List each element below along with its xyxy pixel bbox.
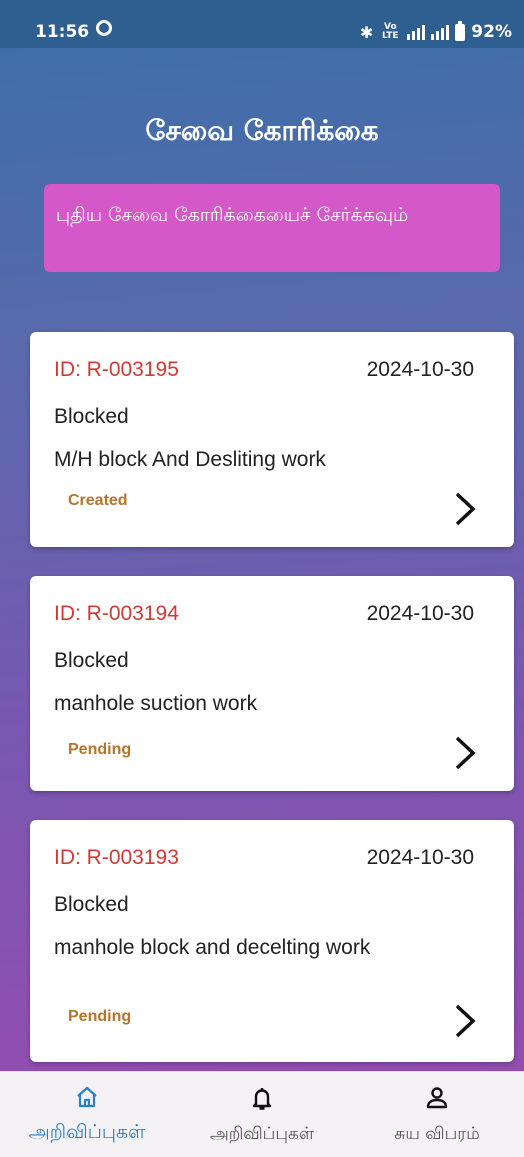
app-screen: 11:56 ✱ Vo LTE 92% சேவை கோரிக்கை புதிய சே… — [0, 0, 524, 1157]
signal-5g-icon — [407, 24, 426, 40]
request-description: manhole suction work — [54, 692, 258, 715]
bottom-nav: அறிவிப்புகள் அறிவிப்புகள் சுய விபரம் — [0, 1071, 524, 1157]
home-icon — [76, 1086, 98, 1113]
request-id: ID: R-003195 — [54, 358, 179, 381]
request-card[interactable]: ID: R-003194 2024-10-30 Blocked manhole … — [30, 576, 514, 791]
add-service-request-button[interactable]: புதிய சேவை கோரிக்கையைச் சேர்க்கவும் — [44, 184, 500, 272]
bluetooth-icon: ✱ — [359, 22, 374, 42]
request-category: Blocked — [54, 405, 129, 428]
nav-label: அறிவிப்புகள் — [28, 1121, 146, 1143]
volte-icon: Vo LTE — [382, 22, 399, 41]
request-status: Pending — [68, 1008, 132, 1025]
status-bar: 11:56 ✱ Vo LTE 92% — [0, 0, 524, 48]
request-category: Blocked — [54, 893, 129, 916]
request-description: M/H block And Desliting work — [54, 448, 326, 471]
request-id: ID: R-003193 — [54, 846, 179, 869]
request-card[interactable]: ID: R-003193 2024-10-30 Blocked manhole … — [30, 820, 514, 1062]
profile-icon — [425, 1086, 449, 1115]
request-card[interactable]: ID: R-003195 2024-10-30 Blocked M/H bloc… — [30, 332, 514, 547]
nav-label: அறிவிப்புகள் — [209, 1124, 315, 1144]
nav-item-notifications[interactable]: அறிவிப்புகள் — [175, 1072, 349, 1157]
request-description: manhole block and decelting work — [54, 936, 371, 959]
page-title: சேவை கோரிக்கை — [145, 114, 379, 147]
battery-percent: 92% — [471, 22, 512, 42]
status-indicators: ✱ Vo LTE 92% — [359, 20, 512, 42]
status-time: 11:56 — [35, 22, 90, 42]
nav-item-profile[interactable]: சுய விபரம் — [350, 1072, 524, 1157]
request-status: Created — [68, 492, 128, 509]
bell-icon — [251, 1086, 273, 1117]
chevron-right-icon[interactable] — [454, 736, 476, 770]
nav-label: சுய விபரம் — [394, 1124, 480, 1144]
nav-item-home[interactable]: அறிவிப்புகள் — [0, 1072, 174, 1157]
signal-icon — [431, 24, 450, 40]
request-status: Pending — [68, 741, 132, 758]
request-category: Blocked — [54, 649, 129, 672]
request-date: 2024-10-30 — [366, 602, 474, 625]
app-notification-icon — [96, 20, 112, 36]
chevron-right-icon[interactable] — [454, 492, 476, 526]
chevron-right-icon[interactable] — [454, 1004, 476, 1038]
request-date: 2024-10-30 — [366, 846, 474, 869]
request-date: 2024-10-30 — [366, 358, 474, 381]
battery-icon — [455, 20, 466, 41]
request-id: ID: R-003194 — [54, 602, 179, 625]
